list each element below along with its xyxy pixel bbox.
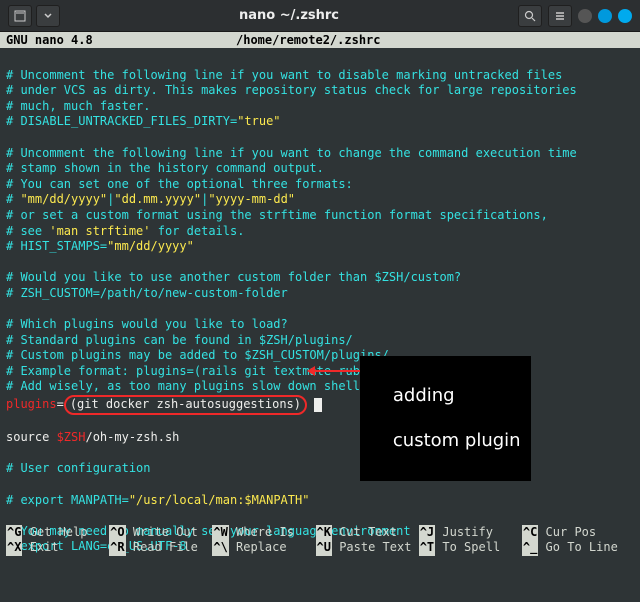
code-line: # [6, 192, 20, 206]
nano-app-name: GNU nano 4.8 [6, 33, 236, 47]
eq-sign: = [57, 397, 64, 411]
shortcut-key: ^O [109, 525, 125, 541]
terminal-icon [14, 10, 26, 22]
code-line: # see [6, 224, 49, 238]
annotation-text-2: custom plugin [393, 430, 521, 451]
code-line: # ZSH_CUSTOM=/path/to/new-custom-folder [6, 286, 288, 300]
menu-button[interactable] [548, 5, 572, 27]
shortcut-label: Read File [133, 540, 212, 554]
code-line: # User configuration [6, 461, 151, 475]
titlebar-left-controls [8, 5, 60, 27]
code-line: # export MANPATH= [6, 493, 129, 507]
window-minimize-button[interactable] [578, 9, 592, 23]
annotation-box: adding custom plugin [360, 356, 531, 481]
window-close-button[interactable] [618, 9, 632, 23]
new-tab-button[interactable] [8, 5, 32, 27]
code-line: # Standard plugins can be found in $ZSH/… [6, 333, 353, 347]
shortcut-key: ^\ [212, 540, 228, 556]
shortcut-label: Go To Line [546, 540, 625, 554]
annotation-arrow [310, 370, 360, 372]
code-line: "dd.mm.yyyy" [114, 192, 201, 206]
editor-viewport[interactable]: # Uncomment the following line if you wa… [0, 48, 640, 602]
code-line: # You can set one of the optional three … [6, 177, 353, 191]
plugins-value: (git docker zsh-autosuggestions) [70, 397, 301, 411]
shortcut-key: ^C [522, 525, 538, 541]
code-line: # Uncomment the following line if you wa… [6, 146, 577, 160]
code-line: for details. [151, 224, 245, 238]
shortcut-key: ^U [316, 540, 332, 556]
plugins-keyword: plugins [6, 397, 57, 411]
code-line: # much, much faster. [6, 99, 151, 113]
nano-status-bar: GNU nano 4.8 /home/remote2/.zshrc [0, 32, 640, 48]
code-line: source [6, 430, 57, 444]
shortcut-key: ^_ [522, 540, 538, 556]
shortcut-label: Justify [442, 525, 521, 539]
shortcut-key: ^T [419, 540, 435, 556]
code-line: $ZSH [57, 430, 86, 444]
code-line: # Which plugins would you like to load? [6, 317, 288, 331]
shortcut-label: Write Out [133, 525, 212, 539]
code-line: /oh-my-zsh.sh [85, 430, 179, 444]
shortcut-key: ^X [6, 540, 22, 556]
window-maximize-button[interactable] [598, 9, 612, 23]
hamburger-icon [554, 10, 566, 22]
search-icon [524, 10, 536, 22]
nano-shortcut-bar: ^G Get Help ^O Write Out ^W Where Is ^K … [0, 525, 640, 562]
code-line: "mm/dd/yyyy" [20, 192, 107, 206]
code-line: "true" [237, 114, 280, 128]
shortcut-key: ^J [419, 525, 435, 541]
shortcut-label: Cur Pos [546, 525, 625, 539]
nano-file-path: /home/remote2/.zshrc [236, 33, 381, 47]
titlebar-right-controls [518, 5, 632, 27]
shortcut-key: ^R [109, 540, 125, 556]
code-line: # Uncomment the following line if you wa… [6, 68, 562, 82]
code-line: # Would you like to use another custom f… [6, 270, 461, 284]
chevron-down-icon [43, 11, 53, 21]
shortcut-label: Where Is [236, 525, 315, 539]
window-title: nano ~/.zshrc [60, 8, 518, 23]
code-line: # Custom plugins may be added to $ZSH_CU… [6, 348, 389, 362]
window-titlebar: nano ~/.zshrc [0, 0, 640, 32]
shortcut-key: ^W [212, 525, 228, 541]
code-line: 'man strftime' [49, 224, 150, 238]
shortcut-key: ^G [6, 525, 22, 541]
shortcut-key: ^K [316, 525, 332, 541]
plugins-value-highlight: (git docker zsh-autosuggestions) [64, 395, 307, 415]
code-line: # stamp shown in the history command out… [6, 161, 324, 175]
code-line: "mm/dd/yyyy" [107, 239, 194, 253]
shortcut-label: Exit [30, 540, 109, 554]
shortcut-label: To Spell [442, 540, 521, 554]
shortcut-label: Paste Text [339, 540, 418, 554]
titlebar-dropdown-button[interactable] [36, 5, 60, 27]
code-line: "/usr/local/man:$MANPATH" [129, 493, 310, 507]
code-line: # DISABLE_UNTRACKED_FILES_DIRTY= [6, 114, 237, 128]
shortcut-label: Replace [236, 540, 315, 554]
shortcut-label: Get Help [30, 525, 109, 539]
annotation-text-1: adding [393, 385, 455, 406]
code-line: # under VCS as dirty. This makes reposit… [6, 83, 577, 97]
shortcut-label: Cut Text [339, 525, 418, 539]
code-line: "yyyy-mm-dd" [208, 192, 295, 206]
code-line: # or set a custom format using the strft… [6, 208, 548, 222]
text-cursor [314, 398, 322, 412]
code-line: # HIST_STAMPS= [6, 239, 107, 253]
search-button[interactable] [518, 5, 542, 27]
